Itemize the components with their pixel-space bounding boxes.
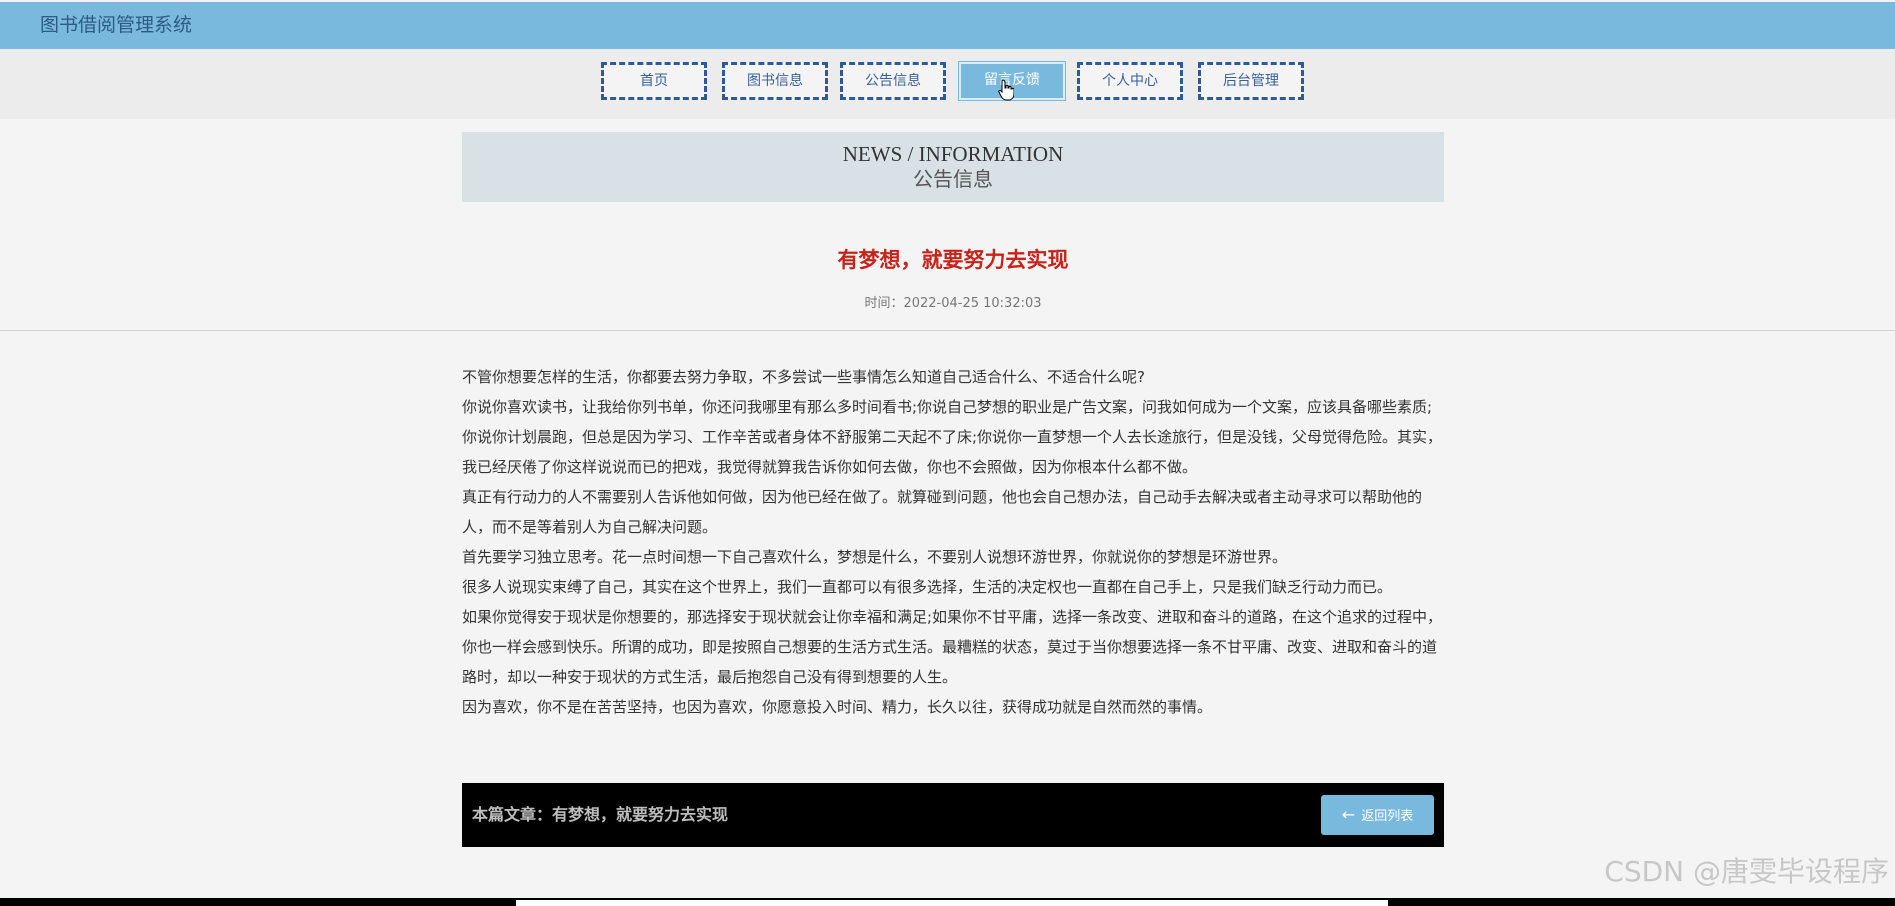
top-header-bar: 图书借阅管理系统 [0, 2, 1895, 51]
current-article-label: 本篇文章：有梦想，就要努力去实现 [472, 805, 729, 824]
banner-title-en: NEWS / INFORMATION [842, 142, 1064, 166]
bottom-scroll-strip [516, 900, 1388, 906]
article-paragraph: 如果你觉得安于现状是你想要的，那选择安于现状就会让你幸福和满足;如果你不甘平庸，… [462, 608, 1443, 686]
article-footer-bar: 本篇文章：有梦想，就要努力去实现 ← 返回列表 [462, 783, 1444, 847]
article-time: 时间：2022-04-25 10:32:03 [864, 296, 1042, 311]
app-title: 图书借阅管理系统 [40, 14, 193, 36]
nav-announcements[interactable]: 公告信息 [840, 62, 946, 100]
article-body: 不管你想要怎样的生活，你都要去努力争取，不多尝试一些事情怎么知道自己适合什么、不… [462, 362, 1444, 722]
nav-admin[interactable]: 后台管理 [1198, 62, 1304, 100]
back-to-list-button[interactable]: ← 返回列表 [1321, 795, 1434, 835]
nav-home[interactable]: 首页 [601, 62, 707, 100]
arrow-left-icon: ← [1341, 805, 1356, 824]
article-paragraph: 因为喜欢，你不是在苦苦坚持，也因为喜欢，你愿意投入时间、精力，长久以往，获得成功… [462, 698, 1213, 716]
main-nav: 首页 图书信息 公告信息 留言反馈 个人中心 后台管理 [0, 49, 1895, 119]
watermark: CSDN @唐雯毕设程序 [1604, 855, 1889, 888]
hand-cursor-icon [998, 79, 1014, 101]
news-banner: NEWS / INFORMATION 公告信息 [462, 132, 1444, 202]
article-paragraph: 很多人说现实束缚了自己，其实在这个世界上，我们一直都可以有很多选择，生活的决定权… [462, 578, 1393, 596]
nav-personal-center[interactable]: 个人中心 [1077, 62, 1183, 100]
article-paragraph: 你说你喜欢读书，让我给你列书单，你还问我哪里有那么多时间看书;你说自己梦想的职业… [462, 398, 1443, 476]
article-paragraph: 不管你想要怎样的生活，你都要去努力争取，不多尝试一些事情怎么知道自己适合什么、不… [462, 368, 1145, 386]
article-paragraph: 真正有行动力的人不需要别人告诉他如何做，因为他已经在做了。就算碰到问题，他也会自… [462, 488, 1423, 536]
back-to-list-label: 返回列表 [1361, 809, 1414, 824]
nav-book-info[interactable]: 图书信息 [722, 62, 828, 100]
divider [0, 330, 1895, 331]
banner-title-cn: 公告信息 [913, 167, 993, 191]
article-title: 有梦想，就要努力去实现 [837, 248, 1069, 272]
article-paragraph: 首先要学习独立思考。花一点时间想一下自己喜欢什么，梦想是什么，不要别人说想环游世… [462, 548, 1288, 566]
